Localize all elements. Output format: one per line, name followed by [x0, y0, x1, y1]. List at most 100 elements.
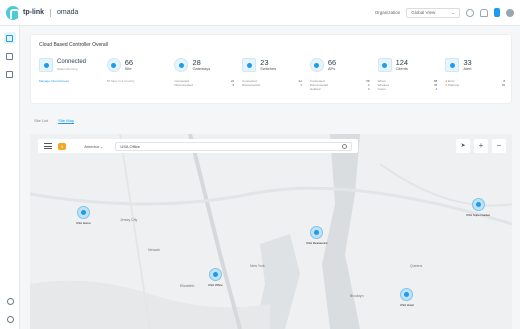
dashboard-icon [6, 34, 13, 42]
gateways-label: Gateways [192, 66, 211, 71]
site-pin-icon [208, 268, 222, 281]
sites-tile[interactable]: 66 Site 66 Sites in 2 Country [103, 55, 171, 101]
sidebar-item-dashboard[interactable] [3, 32, 16, 44]
view-switch: Site List Site Map [34, 118, 75, 124]
clients-count: 124 [395, 58, 409, 67]
devices-icon [6, 52, 13, 60]
menu-icon[interactable] [44, 143, 52, 149]
building-icon [6, 70, 13, 78]
sites-label: Site [124, 66, 132, 71]
gear-icon [6, 315, 14, 323]
gateways-count: 28 [192, 58, 201, 67]
gateway-icon [174, 58, 189, 72]
bell-icon[interactable] [480, 8, 488, 17]
sites-count: 66 [124, 58, 134, 67]
aps-count: 66 [327, 58, 337, 67]
site-label: USA Hotel [400, 303, 414, 307]
manage-cloud-access-link[interactable]: Manage Cloud Access [39, 79, 99, 83]
site-marker-usa-hotel[interactable]: USA Hotel [400, 288, 414, 307]
user-icon[interactable] [506, 8, 514, 17]
site-label: USA Supermarket [466, 213, 491, 217]
aps-label: APs [327, 66, 336, 71]
alerts-count: 33 [463, 58, 472, 67]
tab-site-list[interactable]: Site List [34, 118, 48, 124]
site-label: USA Office [208, 283, 223, 287]
sidebar-item-settings[interactable] [4, 313, 16, 325]
site-map[interactable]: Newark New York Elizabeth Jersey City Br… [30, 134, 512, 329]
sidebar [0, 26, 20, 329]
map-place-label: Elizabeth [180, 284, 195, 288]
site-count-badge[interactable]: 5 [58, 142, 67, 150]
clients-label: Clients [395, 66, 408, 71]
clients-icon [377, 58, 392, 72]
switches-tile[interactable]: 23 Switches Connected 22 Disconnected 1 [238, 55, 306, 101]
site-pin-icon [471, 198, 485, 211]
site-marker-usa-home[interactable]: USA Home [76, 206, 91, 225]
region-value: America [84, 143, 99, 149]
alerts-label: Alert [463, 66, 472, 71]
site-marker-usa-restaurant[interactable]: USA Restaurant [306, 226, 328, 245]
logo[interactable]: tp-link omada [6, 5, 78, 20]
map-tools: ➤ + − [456, 139, 506, 153]
logo-divider [50, 8, 51, 17]
site-marker-usa-supermarket[interactable]: USA Supermarket [466, 198, 490, 217]
map-place-label: New York [250, 264, 265, 268]
search-icon [342, 143, 347, 149]
site-marker-usa-office[interactable]: USA Office [208, 268, 223, 287]
site-search-input[interactable]: USA Office [115, 141, 352, 151]
aps-tile[interactable]: 66 APs Connected 58 Disconnected 4 Isolate… [306, 55, 374, 101]
site-label: USA Home [76, 221, 91, 225]
ap-isolated-label: Isolated [309, 87, 321, 91]
controller-overview-card: Cloud Based Controller Overall Connected… [30, 34, 512, 104]
alert-icon [445, 58, 460, 72]
logo-text: tp-link [23, 9, 44, 16]
zoom-in-button[interactable]: + [474, 139, 488, 153]
site-pin-icon [310, 226, 324, 239]
overview-title: Cloud Based Controller Overall [39, 42, 108, 48]
sw-disconnected-label: Disconnected [242, 83, 261, 87]
access-point-icon [309, 58, 324, 72]
top-actions: Organization Global View ⌄ [374, 7, 514, 18]
sidebar-item-account[interactable] [4, 295, 16, 307]
status-text: Connected [57, 59, 87, 65]
org-select[interactable]: Global View ⌄ [406, 7, 460, 18]
search-icon[interactable] [466, 8, 474, 17]
switch-icon [242, 58, 257, 72]
notification-icon[interactable] [494, 8, 500, 17]
locate-icon[interactable]: ➤ [456, 139, 470, 153]
map-place-label: Newark [148, 248, 160, 252]
chevron-down-icon: ⌄ [451, 9, 455, 15]
gateways-tile[interactable]: 28 Gateways Connected 22 Disconnected 6 [170, 55, 238, 101]
warning-label: Warning [447, 83, 460, 87]
status-tile: Connected Status Running Manage Cloud Ac… [35, 55, 103, 101]
tab-site-map[interactable]: Site Map [58, 118, 75, 124]
search-value: USA Office [120, 143, 140, 149]
org-label: Organization [374, 10, 401, 15]
switches-label: Switches [260, 66, 277, 71]
ap-isolated-value: 4 [367, 87, 370, 91]
sw-disconnected-value: 1 [300, 83, 302, 87]
cloud-icon [39, 58, 53, 72]
guest-label: Guest [377, 87, 386, 91]
map-place-label: Queens [410, 264, 423, 268]
site-pin-icon [76, 206, 90, 219]
sites-sub: 66 Sites in 2 Country [106, 79, 135, 83]
site-pin-icon [400, 288, 414, 301]
gw-disconnected-value: 6 [232, 83, 235, 87]
map-place-label: Jersey City [120, 218, 138, 222]
map-toolbar: 5 America ⌄ USA Office [38, 139, 358, 153]
alerts-tile[interactable]: 33 Alert ● Error 8 ● Warning 25 [441, 55, 509, 101]
map-place-label: Brooklyn [350, 294, 364, 298]
guest-value: 4 [435, 87, 438, 91]
sidebar-item-sites[interactable] [4, 68, 16, 80]
tp-link-logo-icon [6, 5, 20, 20]
org-value: Global View [411, 10, 436, 15]
status-sub: Status Running [57, 67, 78, 71]
region-select[interactable]: America ⌄ [84, 144, 103, 149]
site-icon [106, 58, 121, 72]
gw-disconnected-label: Disconnected [174, 83, 193, 87]
clients-tile[interactable]: 124 Clients Wired 88 Wireless 36 Guest 4 [374, 55, 442, 101]
zoom-out-button[interactable]: − [492, 139, 506, 153]
sidebar-item-devices[interactable] [4, 50, 16, 62]
map-background [30, 134, 512, 329]
